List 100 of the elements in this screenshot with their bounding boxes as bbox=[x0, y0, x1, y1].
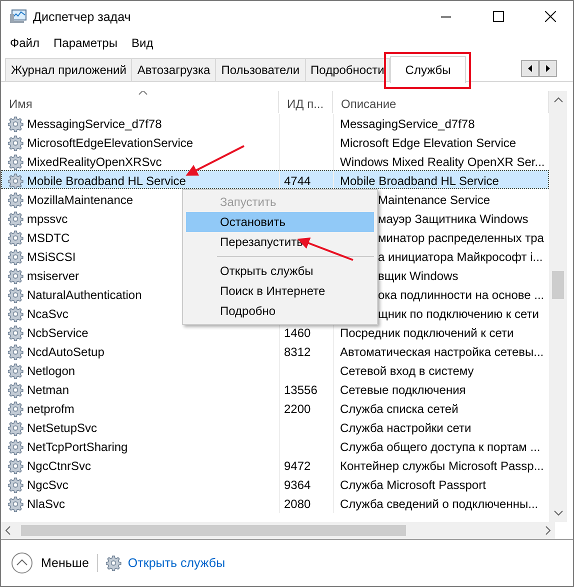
right-triangle-icon bbox=[546, 65, 550, 72]
service-icon bbox=[8, 268, 24, 284]
tab[interactable]: Службы bbox=[390, 56, 466, 83]
service-name: MicrosoftEdgeElevationService bbox=[27, 136, 194, 150]
service-name: Netlogon bbox=[27, 364, 76, 378]
service-icon bbox=[8, 382, 24, 398]
service-description: Mobile Broadband HL Service bbox=[340, 174, 499, 188]
tab[interactable]: Подробности bbox=[304, 58, 390, 81]
service-name: NgcSvc bbox=[27, 478, 68, 492]
menu-item[interactable]: Файл bbox=[10, 36, 40, 50]
service-description: Сетевой вход в систему bbox=[340, 364, 474, 378]
scroll-right-icon[interactable] bbox=[545, 526, 551, 535]
table-row[interactable]: Mobile Broadband HL Service 4744 Mobile Broadband HL Service bbox=[1, 170, 549, 189]
service-icon bbox=[8, 458, 24, 474]
scrollbar-thumb[interactable] bbox=[552, 271, 564, 299]
service-description: Служба Microsoft Passport bbox=[340, 478, 486, 492]
service-icon bbox=[8, 400, 24, 416]
service-description: Сетевые подключения bbox=[340, 382, 466, 396]
scroll-up-icon[interactable] bbox=[554, 97, 562, 103]
service-icon bbox=[8, 476, 24, 492]
service-icon bbox=[8, 286, 24, 302]
vertical-scrollbar[interactable] bbox=[549, 91, 567, 522]
service-name: NlaSvc bbox=[27, 496, 66, 510]
service-name: NgcCtnrSvc bbox=[27, 458, 92, 472]
horizontal-scrollbar[interactable] bbox=[1, 522, 555, 539]
process-id: 4744 bbox=[284, 174, 311, 188]
service-description: Служба сведений о подключенны... bbox=[340, 496, 538, 510]
service-name: Mobile Broadband HL Service bbox=[27, 174, 186, 188]
service-description: вщик Windows bbox=[378, 268, 458, 282]
process-id: 9472 bbox=[284, 458, 311, 472]
service-icon bbox=[8, 306, 24, 322]
fewer-details-button[interactable]: Меньше bbox=[11, 552, 89, 574]
service-icon bbox=[8, 496, 24, 512]
service-description: MessagingService_d7f78 bbox=[340, 116, 475, 130]
process-id: 2200 bbox=[284, 402, 311, 416]
service-description: а инициатора Майкрософт i... bbox=[378, 250, 543, 264]
menu-item[interactable]: Вид bbox=[131, 36, 154, 50]
service-description: мауэр Защитника Windows bbox=[378, 212, 528, 226]
service-icon bbox=[8, 230, 24, 246]
app-icon bbox=[9, 8, 27, 24]
scrollbar-thumb[interactable] bbox=[21, 525, 406, 536]
service-name: NcbService bbox=[27, 326, 88, 340]
service-icon bbox=[8, 324, 24, 340]
left-triangle-icon bbox=[528, 65, 532, 72]
service-name: Netman bbox=[27, 382, 70, 396]
service-description: Maintenance Service bbox=[378, 192, 490, 206]
service-name: NetSetupSvc bbox=[27, 420, 98, 434]
menu-item[interactable]: Подробно bbox=[186, 301, 374, 321]
service-icon bbox=[8, 248, 24, 264]
menu-item[interactable]: Параметры bbox=[54, 36, 118, 50]
service-icon bbox=[8, 362, 24, 378]
service-description: Контейнер службы Microsoft Passp... bbox=[340, 458, 544, 472]
scroll-left-icon[interactable] bbox=[5, 526, 11, 535]
service-name: MSDTC bbox=[27, 230, 70, 244]
menu-item[interactable]: Остановить bbox=[186, 212, 374, 232]
service-icon bbox=[8, 344, 24, 360]
tab[interactable]: Пользователи bbox=[215, 58, 306, 81]
service-description: Автоматическая настройка сетевы... bbox=[340, 344, 544, 358]
maximize-icon bbox=[492, 11, 504, 22]
service-name: msiserver bbox=[27, 268, 80, 282]
menu-item[interactable]: Поиск в Интернете bbox=[186, 281, 374, 301]
service-icon bbox=[8, 116, 24, 132]
column-header[interactable]: Имя bbox=[1, 91, 279, 113]
open-services-link[interactable]: Открыть службы bbox=[128, 556, 226, 570]
service-description: Служба общего доступа к портам ... bbox=[340, 440, 540, 454]
tab[interactable]: Автозагрузка bbox=[131, 58, 216, 81]
process-id: 13556 bbox=[284, 382, 318, 396]
scroll-left-button[interactable] bbox=[521, 60, 539, 77]
service-name: NaturalAuthentication bbox=[27, 288, 142, 302]
scroll-right-button[interactable] bbox=[539, 60, 557, 77]
service-icon bbox=[8, 438, 24, 454]
process-id: 8312 bbox=[284, 344, 311, 358]
service-icon bbox=[8, 192, 24, 208]
service-name: MozillaMaintenance bbox=[27, 192, 134, 206]
service-description: Windows Mixed Reality OpenXR Ser... bbox=[340, 154, 545, 168]
scroll-down-icon[interactable] bbox=[554, 510, 562, 516]
service-description: Посредник подключений к сети bbox=[340, 326, 514, 340]
service-description: минатор распределенных тра bbox=[378, 230, 544, 244]
service-description: Служба списка сетей bbox=[340, 402, 458, 416]
column-header[interactable]: ИД п... bbox=[279, 91, 333, 113]
service-name: mpssvc bbox=[27, 212, 68, 226]
process-id: 2080 bbox=[284, 496, 311, 510]
tab[interactable]: Журнал приложений bbox=[5, 58, 132, 81]
service-icon bbox=[8, 210, 24, 226]
service-description: ока подлинности на основе ... bbox=[378, 288, 544, 302]
service-description: Microsoft Edge Elevation Service bbox=[340, 136, 516, 150]
service-name: MSiSCSI bbox=[27, 250, 76, 264]
service-name: NcaSvc bbox=[27, 306, 68, 320]
process-id: 1460 bbox=[284, 326, 311, 340]
service-name: MixedRealityOpenXRSvc bbox=[27, 154, 162, 168]
service-name: netprofm bbox=[27, 402, 74, 416]
window-title: Диспетчер задач bbox=[33, 10, 132, 24]
service-icon bbox=[8, 172, 24, 188]
service-name: MessagingService_d7f78 bbox=[27, 116, 162, 130]
process-id: 9364 bbox=[284, 478, 311, 492]
service-description: щник по подключению к сети bbox=[378, 306, 539, 320]
service-icon bbox=[8, 154, 24, 170]
service-name: NcdAutoSetup bbox=[27, 344, 104, 358]
service-icon bbox=[8, 420, 24, 436]
gear-icon bbox=[106, 555, 122, 571]
